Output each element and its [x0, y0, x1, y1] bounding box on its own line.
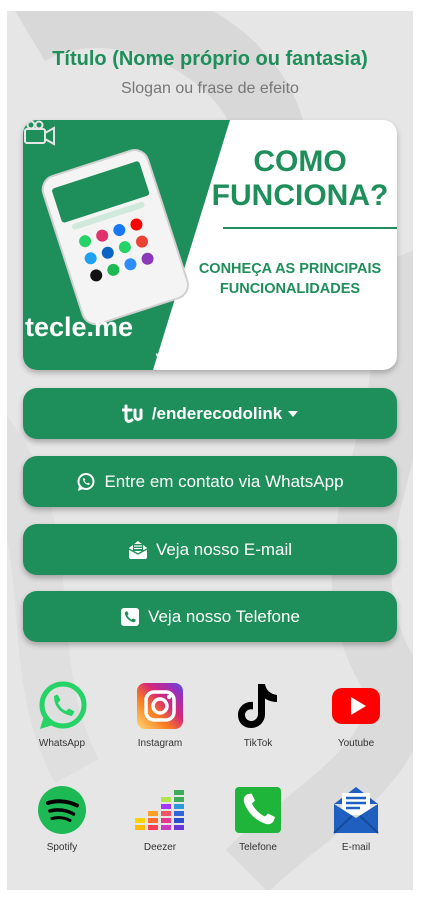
spotify-icon: [38, 786, 86, 834]
social-label-spotify: Spotify: [46, 842, 78, 853]
tiktok-icon: [238, 684, 277, 728]
social-label-youtube: Youtube: [337, 738, 375, 749]
social-tiktok[interactable]: TikTok: [208, 680, 308, 749]
page-title: Título (Nome próprio ou fantasia): [52, 48, 368, 70]
page-card: Título (Nome próprio ou fantasia) Slogan…: [7, 11, 413, 890]
video-caption: Vídeo demonstrativo: [155, 352, 265, 364]
social-label-whatsapp: WhatsApp: [38, 738, 86, 749]
phone-button-label: Veja nosso Telefone: [148, 606, 300, 626]
social-label-email: E-mail: [341, 842, 371, 853]
teclame-logo-icon: [121, 404, 144, 424]
instagram-icon: [137, 683, 183, 729]
social-email[interactable]: E-mail: [306, 784, 406, 853]
social-spotify[interactable]: Spotify: [12, 784, 112, 853]
whatsapp-contact-button[interactable]: Entre em contato via WhatsApp: [23, 456, 397, 507]
social-youtube[interactable]: Youtube: [306, 680, 406, 749]
whatsapp-icon: [76, 472, 96, 492]
social-whatsapp[interactable]: WhatsApp: [12, 680, 112, 749]
envelope-icon: [128, 540, 148, 560]
video-thumbnail[interactable]: COMO FUNCIONA? CONHEÇA AS PRINCIPAIS FUN…: [23, 120, 397, 370]
phone-icon: [235, 787, 281, 833]
video-headline: COMO FUNCIONA?: [211, 145, 389, 212]
video-subheadline: CONHEÇA AS PRINCIPAIS FUNCIONALIDADES: [198, 261, 382, 297]
phone-icon: [120, 607, 140, 627]
whatsapp-contact-label: Entre em contato via WhatsApp: [104, 471, 344, 491]
youtube-icon: [332, 688, 380, 724]
social-label-tiktok: TikTok: [243, 738, 273, 749]
page-slogan: Slogan ou frase de efeito: [121, 80, 299, 97]
whatsapp-icon: [39, 681, 87, 729]
social-label-phone: Telefone: [239, 842, 277, 853]
social-instagram[interactable]: Instagram: [110, 680, 210, 749]
social-phone[interactable]: Telefone: [208, 784, 308, 853]
phone-button[interactable]: Veja nosso Telefone: [23, 591, 397, 642]
chevron-down-icon: [288, 410, 299, 417]
link-address-button[interactable]: /enderecodolink: [23, 388, 397, 439]
email-icon: [333, 787, 379, 834]
email-button[interactable]: Veja nosso E-mail: [23, 524, 397, 575]
link-address-label: /enderecodolink: [151, 403, 283, 423]
social-deezer[interactable]: Deezer: [110, 784, 210, 853]
deezer-icon: [135, 790, 184, 830]
video-brand-logo: tecle.me: [25, 312, 134, 342]
social-label-instagram: Instagram: [137, 738, 183, 749]
email-button-label: Veja nosso E-mail: [155, 539, 293, 559]
video-camera-icon: [24, 120, 55, 146]
social-label-deezer: Deezer: [143, 842, 177, 853]
